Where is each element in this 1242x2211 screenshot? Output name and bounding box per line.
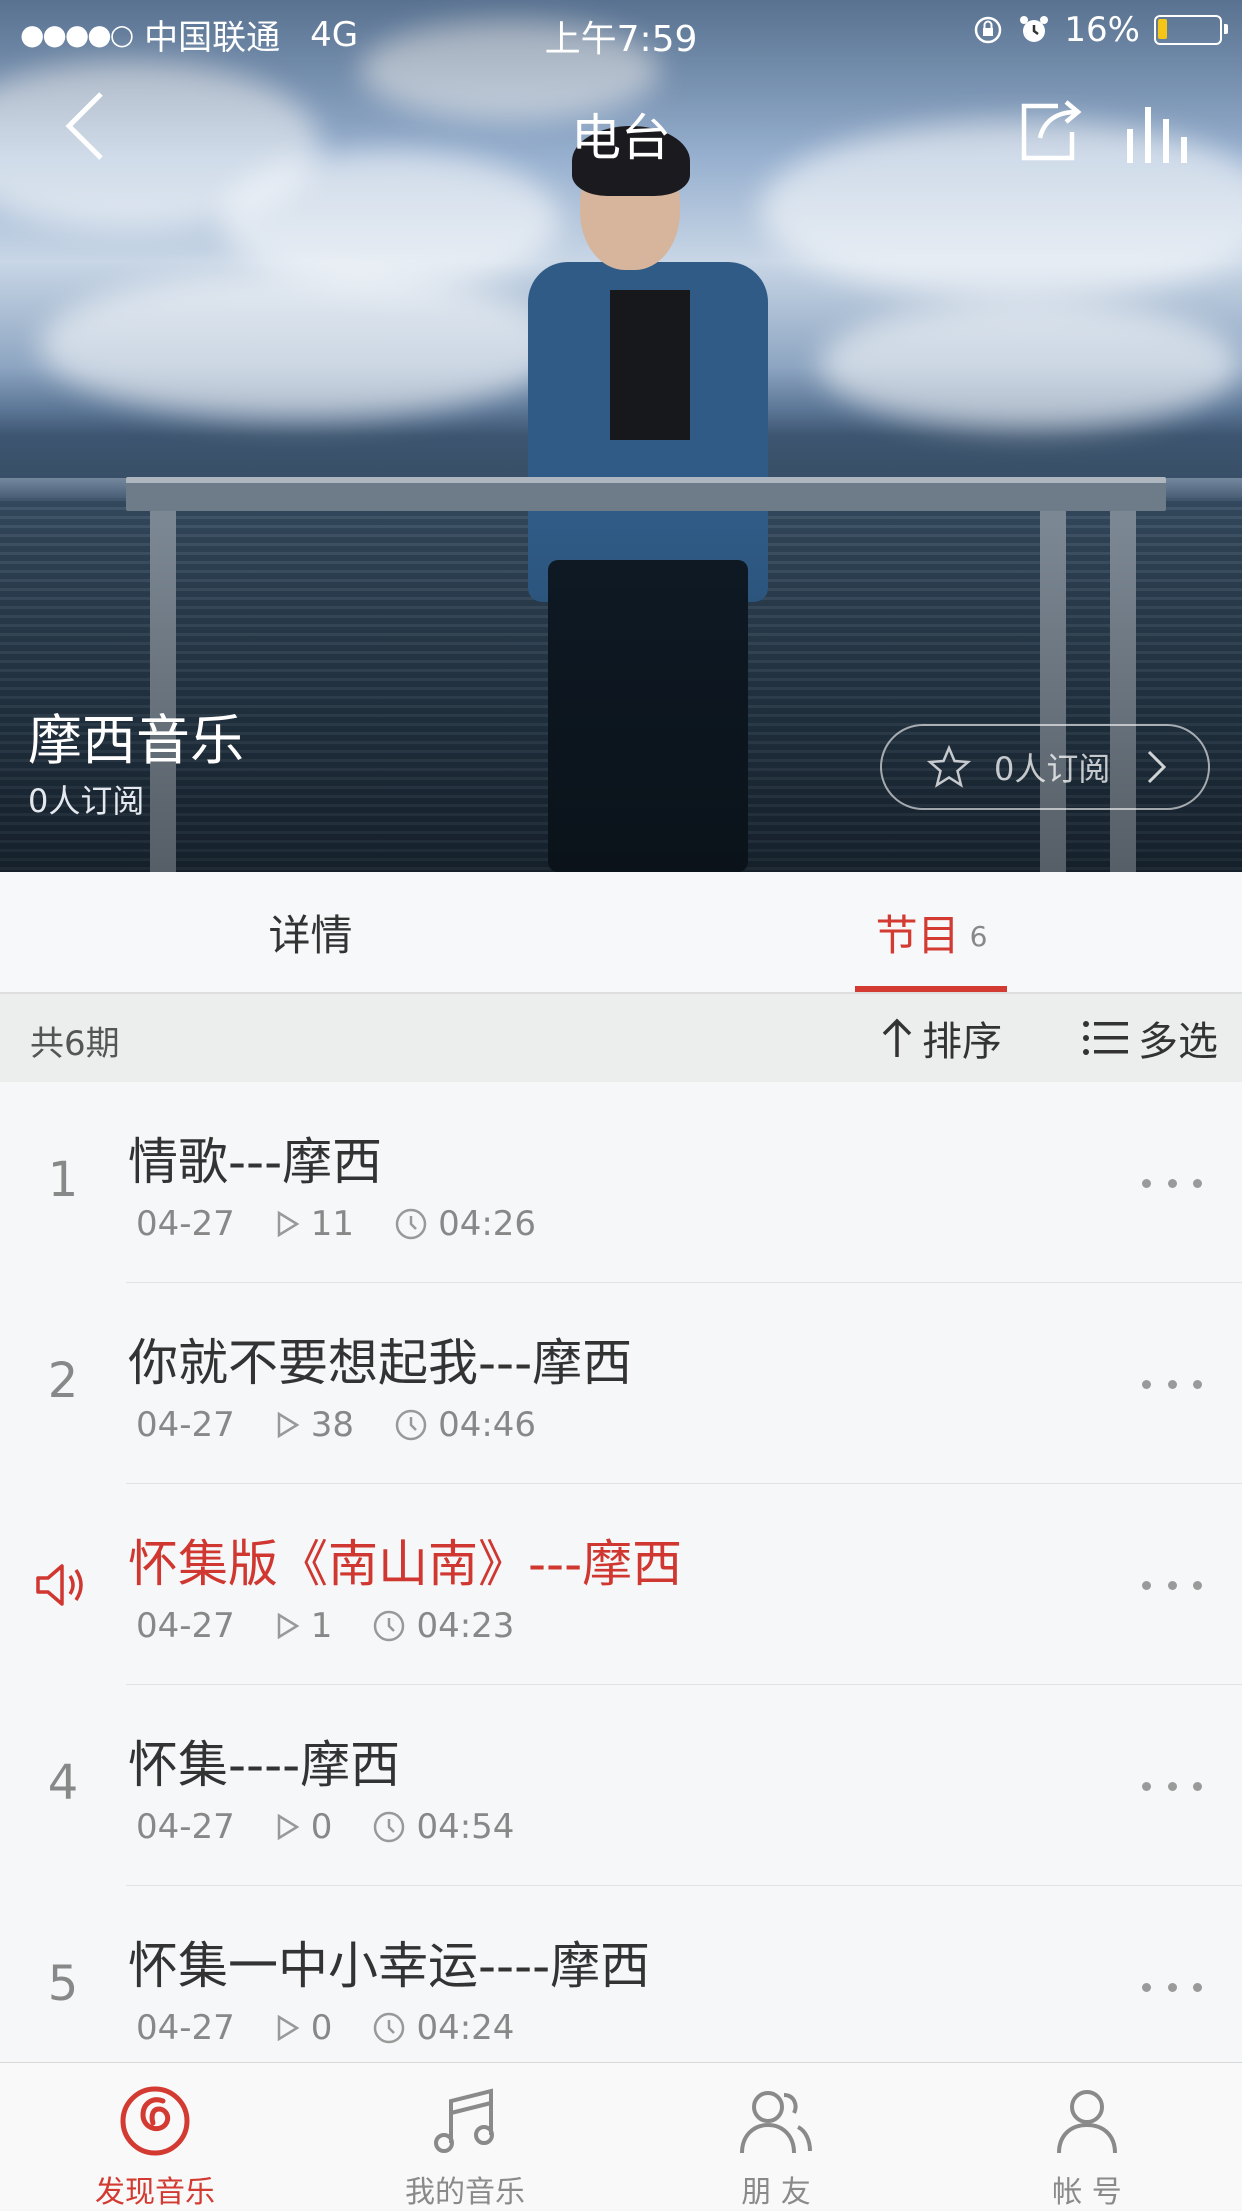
star-icon xyxy=(926,745,972,788)
program-duration: 04:24 xyxy=(416,2008,515,2048)
battery-icon xyxy=(1154,15,1228,45)
program-duration: 04:26 xyxy=(438,1204,537,1244)
program-meta: 04-27 38 04:46 xyxy=(136,1405,536,1445)
program-plays: 1 xyxy=(310,1606,333,1646)
subscribe-button[interactable]: 0人订阅 xyxy=(880,724,1210,810)
program-date: 04-27 xyxy=(136,1405,235,1445)
clock-icon xyxy=(374,2012,405,2044)
tab-details[interactable]: 详情 xyxy=(0,872,621,992)
radio-name: 摩西音乐 xyxy=(28,709,244,772)
play-count-icon xyxy=(277,2014,300,2042)
clock-icon xyxy=(395,1409,427,1441)
program-title: 怀集一中小幸运----摩西 xyxy=(128,1937,651,1995)
program-meta: 04-27 0 04:24 xyxy=(136,2008,514,2048)
more-options-button[interactable] xyxy=(1142,1771,1202,1801)
status-bar: ●●●●○ 中国联通 4G 上午7:59 16% xyxy=(0,0,1242,60)
clock-icon xyxy=(374,1610,405,1642)
orientation-lock-icon xyxy=(975,16,1002,44)
more-options-button[interactable] xyxy=(1142,1168,1202,1198)
equalizer-icon xyxy=(1127,107,1187,163)
tab-my-music[interactable]: 我的音乐 xyxy=(310,2063,620,2210)
arrow-up-icon xyxy=(882,1018,912,1057)
multi-select-button[interactable]: 多选 xyxy=(1082,1008,1218,1068)
bottom-tab-bar: 发现音乐 我的音乐 朋 友 帐 号 xyxy=(0,2062,1242,2210)
play-count-icon xyxy=(277,1612,300,1640)
program-index: 2 xyxy=(47,1353,79,1409)
share-button[interactable] xyxy=(1010,90,1090,170)
play-count-icon xyxy=(277,1210,300,1238)
share-icon xyxy=(1021,100,1082,161)
program-plays: 11 xyxy=(310,1204,355,1244)
program-meta: 04-27 1 04:23 xyxy=(136,1606,514,1646)
program-duration: 04:46 xyxy=(438,1405,537,1445)
list-icon xyxy=(1083,1021,1128,1055)
clock-icon xyxy=(395,1208,427,1240)
program-title: 怀集----摩西 xyxy=(128,1736,401,1794)
clock-icon xyxy=(374,1811,405,1843)
program-row[interactable]: 5 怀集一中小幸运----摩西 04-27 0 04:24 xyxy=(0,1886,1242,2087)
program-index: 1 xyxy=(47,1152,79,1208)
program-row-playing[interactable]: 怀集版《南山南》---摩西 04-27 1 04:23 xyxy=(0,1484,1242,1685)
tab-account-label: 帐 号 xyxy=(1052,2175,1122,2210)
program-title: 情歌---摩西 xyxy=(128,1133,383,1191)
program-date: 04-27 xyxy=(136,1807,235,1847)
list-header: 共6期 排序 多选 xyxy=(0,994,1242,1083)
program-duration: 04:23 xyxy=(416,1606,515,1646)
tab-programs-label: 节目 xyxy=(875,910,960,960)
tab-discover-music[interactable]: 发现音乐 xyxy=(0,2063,310,2210)
tab-active-indicator xyxy=(855,986,1007,992)
program-index: 4 xyxy=(47,1755,79,1811)
netease-music-logo-icon xyxy=(120,2086,190,2156)
more-options-button[interactable] xyxy=(1142,1570,1202,1600)
play-count-icon xyxy=(277,1813,300,1841)
program-date: 04-27 xyxy=(136,1204,235,1244)
tab-friends[interactable]: 朋 友 xyxy=(621,2063,931,2210)
program-title: 怀集版《南山南》---摩西 xyxy=(128,1535,683,1593)
program-date: 04-27 xyxy=(136,1606,235,1646)
program-row[interactable]: 1 情歌---摩西 04-27 11 04:26 xyxy=(0,1082,1242,1283)
tab-programs[interactable]: 节目 6 xyxy=(621,872,1242,992)
music-note-icon xyxy=(434,2088,494,2153)
play-count-icon xyxy=(277,1411,300,1439)
program-plays: 0 xyxy=(310,1807,333,1847)
tab-friends-label: 朋 友 xyxy=(741,2175,811,2210)
sort-label: 排序 xyxy=(922,1019,1002,1065)
sort-button[interactable]: 排序 xyxy=(880,1008,1002,1068)
more-options-button[interactable] xyxy=(1142,1369,1202,1399)
program-date: 04-27 xyxy=(136,2008,235,2048)
chevron-right-icon xyxy=(1148,750,1167,784)
program-list: 1 情歌---摩西 04-27 11 04:26 2 你就不要想起我---摩西 … xyxy=(0,1082,1242,2087)
friends-icon xyxy=(740,2091,812,2154)
program-title: 你就不要想起我---摩西 xyxy=(128,1334,633,1392)
program-row[interactable]: 2 你就不要想起我---摩西 04-27 38 04:46 xyxy=(0,1283,1242,1484)
tab-bar-top: 详情 节目 6 xyxy=(0,872,1242,994)
program-meta: 04-27 0 04:54 xyxy=(136,1807,514,1847)
user-icon xyxy=(1057,2090,1117,2154)
program-index: 5 xyxy=(47,1956,79,2012)
more-options-button[interactable] xyxy=(1142,1972,1202,2002)
subscriber-count: 0人订阅 xyxy=(28,782,145,820)
battery-percent: 16% xyxy=(1064,10,1140,50)
tab-account[interactable]: 帐 号 xyxy=(932,2063,1242,2210)
speaker-icon xyxy=(34,1560,88,1614)
multi-select-label: 多选 xyxy=(1138,1019,1218,1065)
episode-total: 共6期 xyxy=(30,1024,120,1064)
subscribe-label: 0人订阅 xyxy=(994,750,1111,788)
tab-details-label: 详情 xyxy=(268,910,353,960)
program-plays: 38 xyxy=(310,1405,355,1445)
program-plays: 0 xyxy=(310,2008,333,2048)
alarm-icon xyxy=(1020,16,1049,42)
program-row[interactable]: 4 怀集----摩西 04-27 0 04:54 xyxy=(0,1685,1242,1886)
tab-discover-label: 发现音乐 xyxy=(95,2175,215,2210)
program-meta: 04-27 11 04:26 xyxy=(136,1204,536,1244)
tab-my-music-label: 我的音乐 xyxy=(405,2175,525,2210)
now-playing-button[interactable] xyxy=(1118,94,1198,170)
program-duration: 04:54 xyxy=(416,1807,515,1847)
tab-programs-count: 6 xyxy=(969,919,988,953)
